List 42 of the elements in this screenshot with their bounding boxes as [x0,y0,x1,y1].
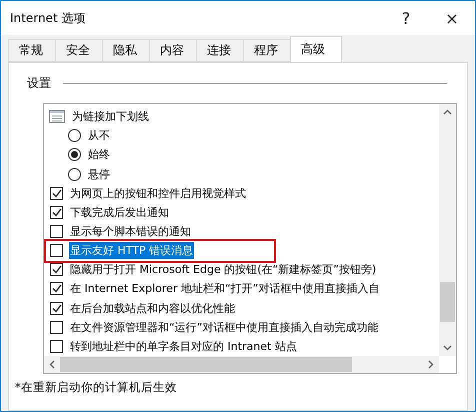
checkbox[interactable] [50,263,63,276]
radio-label: 从不 [87,128,111,144]
checkbox[interactable] [50,320,63,334]
tab[interactable]: 程序 [243,39,291,62]
tab[interactable]: 隐私 [102,39,150,62]
group-heading: 设置 [27,75,51,92]
window-title: Internet 选项 [10,10,86,26]
checkbox-label[interactable]: 在文件资源管理器和“运行”对话框中使用直接插入自动完成功能 [69,318,380,336]
checkbox[interactable] [50,206,63,219]
radio-button[interactable] [68,168,81,181]
tab[interactable]: 高级 [290,36,342,62]
checkbox[interactable] [50,302,63,315]
tab[interactable]: 安全 [55,39,103,62]
checkbox-label[interactable]: 隐藏用于打开 Microsoft Edge 的按钮(在“新建标签页”按钮旁) [69,261,378,278]
tab[interactable]: 内容 [149,39,197,62]
radio-button[interactable] [68,148,81,162]
group-label: 为链接加下划线 [71,109,150,126]
checkbox-label[interactable]: 在 Internet Explorer 地址栏和“打开”对话框中使用直接插入自 [69,280,380,298]
checkbox[interactable] [50,225,63,238]
vertical-scrollbar[interactable] [439,104,456,356]
scrollbar-thumb[interactable] [60,357,352,372]
radio-button[interactable] [68,129,81,142]
list-icon [49,110,65,124]
checkbox-label[interactable]: 显示每个脚本错误的通知 [69,223,192,240]
checkbox-label[interactable]: 为网页上的按钮和控件启用视觉样式 [69,184,247,202]
close-button[interactable]: × [429,1,475,35]
checkbox-label[interactable]: 在后台加载站点和内容以优化性能 [69,300,236,317]
radio-label: 始终 [87,147,111,164]
tab[interactable]: 常规 [8,39,56,62]
checkbox[interactable] [50,186,63,200]
horizontal-scrollbar[interactable] [44,356,439,373]
checkbox-label[interactable]: 转到地址栏中的单字条目对应的 Intranet 站点 [69,338,298,355]
help-button[interactable]: ? [383,1,429,35]
checkbox[interactable] [50,244,63,258]
checkbox-label[interactable]: 显示友好 HTTP 错误消息 [69,242,194,260]
tab[interactable]: 连接 [196,39,244,62]
checkbox-label[interactable]: 下载完成后发出通知 [69,204,170,221]
radio-label: 悬停 [87,166,111,183]
checkbox[interactable] [50,340,63,353]
restart-note: *在重新启动你的计算机后生效 [15,380,178,395]
checkbox[interactable] [50,282,63,296]
scrollbar-thumb[interactable] [440,282,455,322]
